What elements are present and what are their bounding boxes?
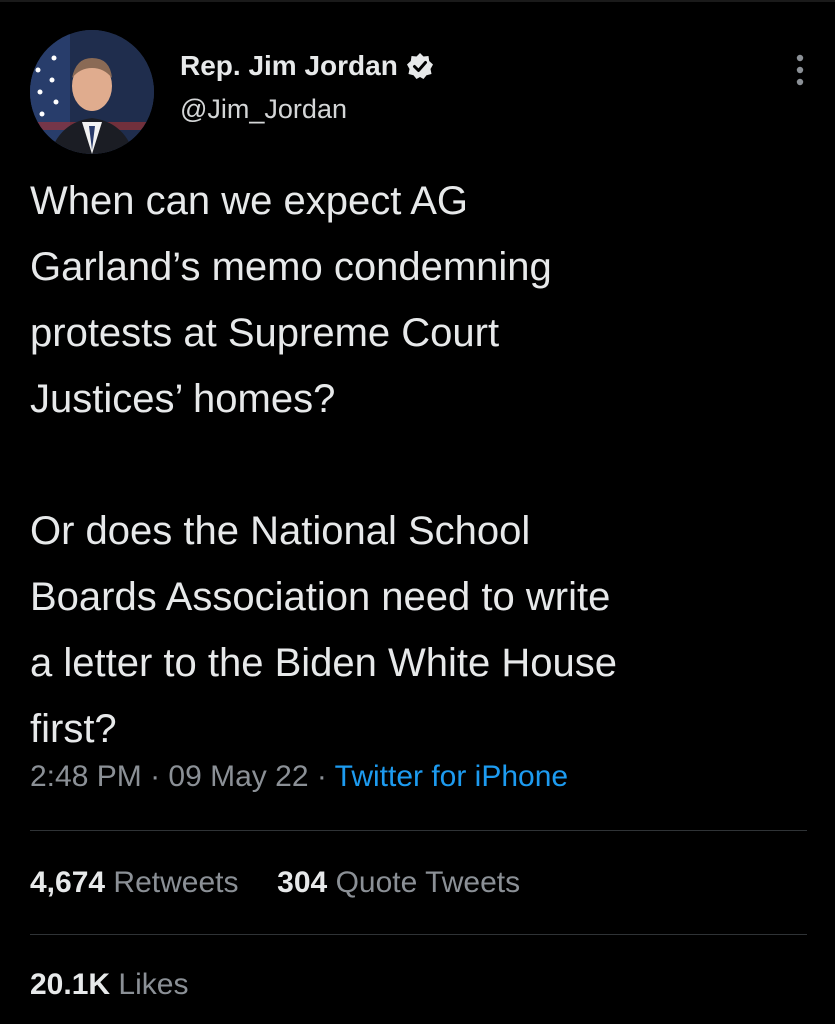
top-divider [0,0,835,2]
quote-tweets-label: Quote Tweets [335,866,521,899]
author-info: Rep. Jim Jordan @Jim_Jordan [180,50,434,125]
tweet-source-link[interactable]: Twitter for iPhone [335,760,568,793]
retweet-stats-row: 4,674 Retweets 304 Quote Tweets [30,866,520,900]
likes-stats-row: 20.1K Likes [30,968,188,1002]
likes-label: Likes [118,968,189,1001]
tweet-time[interactable]: 2:48 PM [30,760,142,793]
more-vertical-icon[interactable] [790,52,810,88]
author-handle[interactable]: @Jim_Jordan [180,94,434,125]
likes-link[interactable]: 20.1K Likes [30,968,188,1001]
retweets-label: Retweets [113,866,239,899]
quote-tweets-count: 304 [277,866,328,899]
verified-badge-icon [406,52,434,80]
avatar[interactable] [30,30,154,154]
divider [30,934,807,935]
author-display-name[interactable]: Rep. Jim Jordan [180,50,398,82]
quote-tweets-link[interactable]: 304 Quote Tweets [277,866,520,899]
likes-count: 20.1K [30,968,111,1001]
tweet-metadata: 2:48 PM · 09 May 22 · Twitter for iPhone [30,760,568,794]
meta-separator: · [150,760,161,793]
meta-separator: · [316,760,327,793]
tweet-text: When can we expect AG Garland’s memo con… [30,179,617,751]
retweets-count: 4,674 [30,866,106,899]
tweet-header: Rep. Jim Jordan @Jim_Jordan [30,30,810,156]
divider [30,830,807,831]
retweets-link[interactable]: 4,674 Retweets [30,866,247,899]
tweet-date[interactable]: 09 May 22 [168,760,308,793]
author-name-row[interactable]: Rep. Jim Jordan [180,50,434,82]
